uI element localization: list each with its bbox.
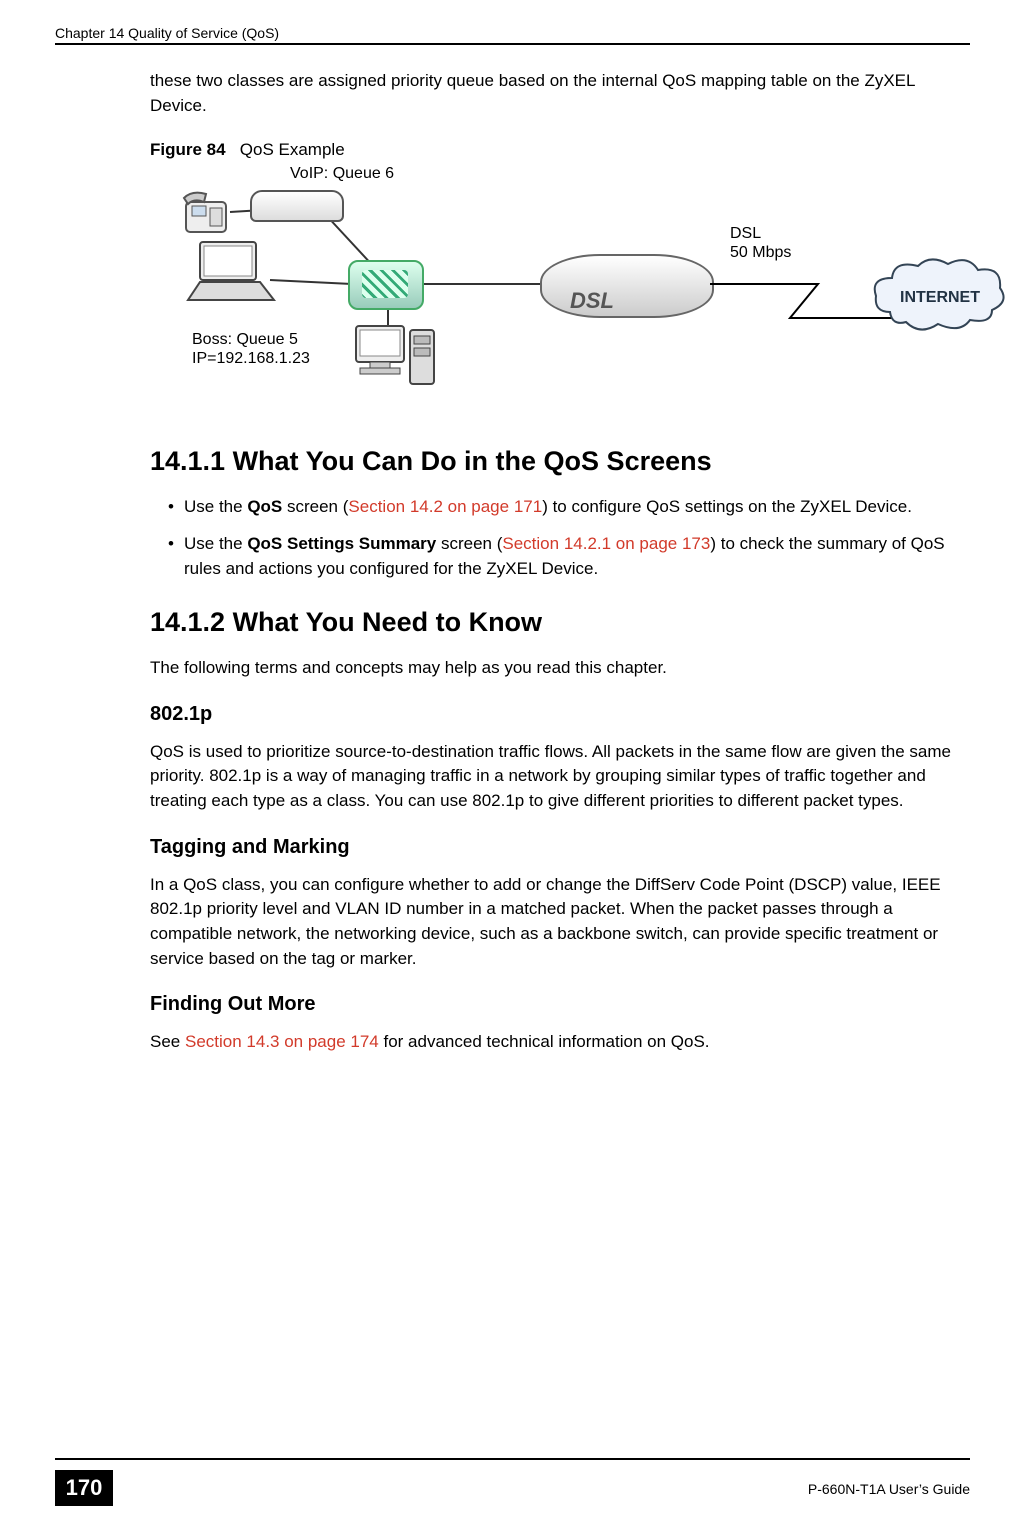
bullet1-bold: QoS: [247, 497, 282, 516]
figure-boss-label-line2: IP=192.168.1.23: [192, 349, 310, 368]
figure-dsl-line1: DSL: [730, 224, 791, 243]
dsl-modem-text: DSL: [570, 288, 614, 314]
link-section-14-3[interactable]: Section 14.3 on page 174: [185, 1032, 379, 1051]
bullet1-post: ) to configure QoS settings on the ZyXEL…: [542, 497, 912, 516]
heading-finding-out-more: Finding Out More: [150, 993, 960, 1016]
link-section-14-2-1[interactable]: Section 14.2.1 on page 173: [502, 534, 710, 553]
figure-caption: Figure 84 QoS Example: [150, 140, 960, 160]
page-number: 170: [55, 1470, 113, 1506]
router-icon: [348, 260, 424, 310]
heading-tagging: Tagging and Marking: [150, 836, 960, 859]
list-item: • Use the QoS screen (Section 14.2 on pa…: [168, 495, 960, 520]
figure-voip-label: VoIP: Queue 6: [290, 164, 394, 183]
laptop-icon: [182, 238, 280, 308]
heading-8021p: 802.1p: [150, 703, 960, 726]
dsl-modem-icon: DSL: [540, 254, 714, 318]
figure-dsl-line2: 50 Mbps: [730, 243, 791, 262]
bullet2-mid: screen (: [436, 534, 502, 553]
find-post: for advanced technical information on Qo…: [379, 1032, 710, 1051]
header-rule: [55, 43, 970, 45]
figure-qos-example: VoIP: Queue 6: [150, 168, 920, 408]
paragraph-8021p: QoS is used to prioritize source-to-dest…: [150, 740, 960, 814]
s1412-intro: The following terms and concepts may hel…: [150, 656, 960, 681]
heading-14-1-1: 14.1.1 What You Can Do in the QoS Screen…: [150, 446, 960, 477]
footer-rule: [55, 1458, 970, 1460]
bullet2-bold: QoS Settings Summary: [247, 534, 436, 553]
phone-icon: [182, 190, 240, 238]
find-pre: See: [150, 1032, 185, 1051]
intro-paragraph: these two classes are assigned priority …: [150, 69, 960, 118]
figure-label: Figure 84: [150, 140, 226, 159]
cloud-text: INTERNET: [900, 289, 980, 306]
chapter-header-left: Chapter 14 Quality of Service (QoS): [55, 25, 279, 41]
desktop-icon: [350, 320, 440, 392]
footer-guide-name: P-660N-T1A User’s Guide: [808, 1481, 970, 1497]
small-modem-icon: [250, 190, 344, 222]
figure-title: QoS Example: [240, 140, 345, 159]
heading-14-1-2: 14.1.2 What You Need to Know: [150, 607, 960, 638]
list-item: • Use the QoS Settings Summary screen (S…: [168, 532, 960, 581]
bullet1-mid: screen (: [282, 497, 348, 516]
figure-boss-label-line1: Boss: Queue 5: [192, 330, 310, 349]
internet-cloud-icon: INTERNET: [870, 254, 1010, 336]
bullet2-pre: Use the: [184, 534, 247, 553]
link-section-14-2[interactable]: Section 14.2 on page 171: [348, 497, 542, 516]
bullet1-pre: Use the: [184, 497, 247, 516]
paragraph-tagging: In a QoS class, you can configure whethe…: [150, 873, 960, 972]
paragraph-finding: See Section 14.3 on page 174 for advance…: [150, 1030, 960, 1055]
